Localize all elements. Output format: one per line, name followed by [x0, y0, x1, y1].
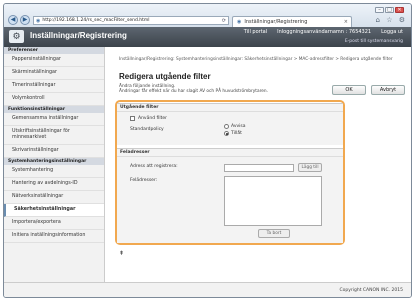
app-header: ⚙ Inställningar/Registrering Till portal… [4, 27, 411, 47]
exception-addresses-section: Feladresser Adress att registrera: Lägg … [117, 148, 343, 243]
app-title: Inställningar/Registrering [30, 31, 127, 40]
reject-label: Avvisa [231, 124, 246, 129]
login-user-name: Inloggningsanvändarnamn : 7654321 [277, 29, 372, 35]
sidebar-section-preferences: Preferenser [4, 47, 104, 54]
ok-button[interactable]: OK [332, 85, 366, 95]
delete-button[interactable]: Ta bort [258, 229, 290, 238]
sidebar-item-security[interactable]: Säkerhetsinställningar [4, 204, 104, 217]
register-address-label: Adress att registrera: [130, 164, 178, 169]
sidebar-item-department-id[interactable]: Hantering av avdelnings-ID [4, 178, 104, 191]
sidebar-item-system-management[interactable]: Systemhantering [4, 165, 104, 178]
tab-favicon-icon: ◉ [237, 19, 242, 25]
instruction-line: Ändringar får effekt när du har slagit A… [119, 89, 269, 94]
use-filter-label: Använd filter [138, 116, 167, 121]
email-admin-link[interactable]: E-post till systemansvarig [345, 39, 403, 44]
exception-addresses-list[interactable] [224, 176, 322, 226]
exception-addresses-label: Felädresser: [130, 178, 158, 183]
sidebar-item-printer[interactable]: Skrivarinställningar [4, 145, 104, 158]
forward-button[interactable]: ▶ [20, 15, 30, 25]
add-button[interactable]: Lägg till [298, 163, 322, 172]
toolbar-icons[interactable]: ⌂ ☆ ⚙ [376, 16, 407, 24]
cancel-button[interactable]: Avbryt [371, 85, 405, 95]
page-icon: ◉ [36, 17, 41, 24]
footer: Copyright CANON INC. 2015 [4, 282, 411, 297]
default-policy-label: Standardpolicy [130, 127, 164, 132]
register-address-input[interactable] [224, 164, 294, 172]
sidebar-item-paper[interactable]: Pappersinställningar [4, 54, 104, 67]
page-title: Redigera utgående filter [119, 72, 211, 81]
breadcrumb: Inställningar/Registrering: Systemhanter… [119, 57, 393, 62]
allow-label: Tillåt [231, 131, 242, 136]
logout-link[interactable]: Logga ut [381, 29, 403, 35]
url-text: http://192.168.1.24/rs_sec_macFilter_sen… [42, 18, 150, 23]
address-bar[interactable]: ◉ http://192.168.1.24/rs_sec_macFilter_s… [33, 16, 229, 25]
minimize-button[interactable]: – [375, 7, 384, 13]
sidebar-item-import-export[interactable]: Importera/exportera [4, 217, 104, 230]
close-window-button[interactable]: ✕ [395, 7, 404, 13]
copyright: Copyright CANON INC. 2015 [339, 288, 404, 293]
outgoing-filter-section: Utgående filter Använd filter Standardpo… [117, 103, 343, 145]
refresh-icon[interactable]: ⟳ [222, 18, 226, 24]
instructions: Ändra följande inställning. Ändringar få… [119, 84, 329, 94]
maximize-button[interactable]: □ [385, 7, 394, 13]
settings-logo-icon: ⚙ [9, 30, 24, 43]
tab-close-icon[interactable]: × [344, 19, 348, 25]
exception-addresses-heading: Feladresser [117, 149, 343, 157]
sidebar-item-initialize[interactable]: Initiera inställningsinformation [4, 230, 104, 243]
sidebar-item-timer[interactable]: Timerinställningar [4, 80, 104, 93]
sidebar-item-common[interactable]: Gemensamma inställningar [4, 113, 104, 126]
portal-link[interactable]: Till portal [244, 29, 267, 35]
sidebar-item-network[interactable]: Nätverksinställningar [4, 191, 104, 204]
use-filter-checkbox[interactable] [130, 116, 135, 121]
browser-tab[interactable]: ◉ Inställningar/Registrering × [232, 16, 352, 27]
back-to-top-icon[interactable]: ⇞ [119, 250, 124, 257]
main-content: Inställningar/Registrering: Systemhanter… [105, 47, 411, 282]
sidebar-item-display[interactable]: Skärminställningar [4, 67, 104, 80]
browser-window: – □ ✕ ◀ ▶ ◉ http://192.168.1.24/rs_sec_m… [3, 3, 412, 298]
sidebar-section-system: Systemhanteringsinställningar [4, 158, 104, 165]
allow-radio[interactable] [224, 131, 229, 136]
browser-chrome: – □ ✕ ◀ ▶ ◉ http://192.168.1.24/rs_sec_m… [4, 4, 411, 27]
sidebar: Preferenser Pappersinställningar Skärmin… [4, 47, 105, 282]
outgoing-filter-heading: Utgående filter [117, 104, 343, 112]
header-links: Till portal Inloggningsanvändarnamn : 76… [244, 29, 403, 35]
tab-title: Inställningar/Registrering [244, 19, 308, 25]
sidebar-item-memory-print[interactable]: Utskriftsinställningar för minnesarkivet [4, 126, 104, 145]
sidebar-section-function: Funktionsinställningar [4, 106, 104, 113]
sidebar-item-volume[interactable]: Volymkontroll [4, 93, 104, 106]
reject-radio[interactable] [224, 124, 229, 129]
back-button[interactable]: ◀ [8, 15, 18, 25]
